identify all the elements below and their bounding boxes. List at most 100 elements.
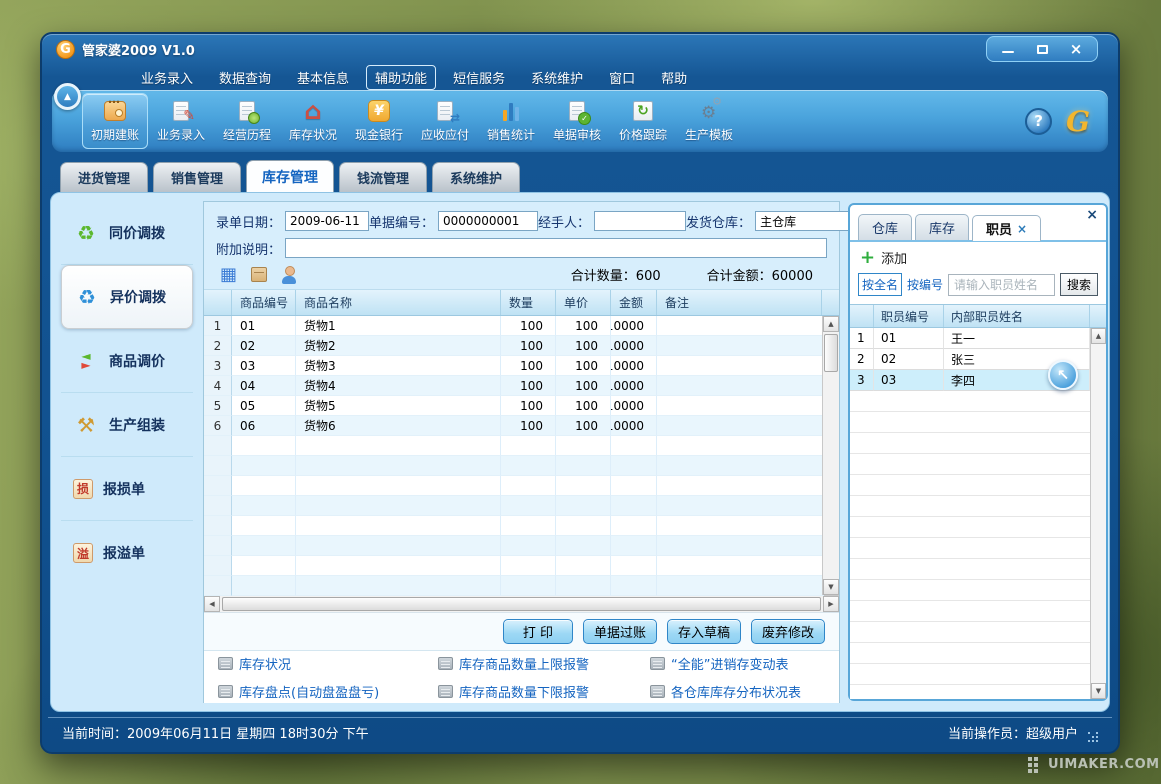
tab-stock[interactable]: 库存 bbox=[915, 214, 969, 240]
wallet-icon bbox=[102, 99, 128, 123]
toolbar-button-production-template[interactable]: 生产模板 bbox=[676, 93, 742, 149]
scroll-down-icon[interactable] bbox=[823, 579, 839, 595]
sidebar-item-diff-price-transfer[interactable]: 异价调拨 bbox=[61, 265, 193, 329]
note-input[interactable] bbox=[285, 238, 827, 258]
filter-by-fullname[interactable]: 按全名 bbox=[858, 273, 902, 296]
staff-table-body: 101王一 202张三 303李四 bbox=[850, 328, 1106, 699]
link-warehouse-distribution[interactable]: 各仓库库存分布状况表 bbox=[650, 679, 839, 703]
menu-item-basic-info[interactable]: 基本信息 bbox=[288, 65, 358, 90]
table-row[interactable]: 101货物110010010000 bbox=[204, 316, 824, 336]
minimize-button[interactable] bbox=[993, 40, 1023, 58]
table-row[interactable]: 202货物210010010000 bbox=[204, 336, 824, 356]
doc-number-input[interactable] bbox=[438, 211, 538, 231]
vertical-scrollbar[interactable] bbox=[822, 316, 839, 595]
staff-row[interactable]: 101王一 bbox=[850, 328, 1090, 349]
menu-item-data-query[interactable]: 数据查询 bbox=[210, 65, 280, 90]
menu-item-system-maintenance[interactable]: 系统维护 bbox=[522, 65, 592, 90]
scroll-down-icon[interactable] bbox=[1091, 683, 1106, 699]
window-title: 管家婆2009 V1.0 bbox=[82, 40, 195, 59]
save-draft-button[interactable]: 存入草稿 bbox=[667, 619, 741, 644]
toolbar-button-history[interactable]: 经营历程 bbox=[214, 93, 280, 149]
staff-search-input[interactable] bbox=[948, 274, 1055, 296]
tab-warehouse[interactable]: 仓库 bbox=[858, 214, 912, 240]
items-table-body: 101货物110010010000 202货物210010010000 303货… bbox=[204, 316, 824, 596]
table-empty-row bbox=[204, 536, 824, 556]
toolbar-button-business-entry[interactable]: 业务录入 bbox=[148, 93, 214, 149]
close-button[interactable]: × bbox=[1061, 40, 1091, 58]
menu-item-window[interactable]: 窗口 bbox=[600, 65, 644, 90]
table-empty-row bbox=[204, 436, 824, 456]
warehouse-label: 发货仓库： bbox=[686, 212, 751, 231]
toolbar-button-cash-bank[interactable]: 现金银行 bbox=[346, 93, 412, 149]
link-almighty-change-report[interactable]: “全能”进销存变动表 bbox=[650, 651, 839, 675]
toolbar-button-payables[interactable]: 应收应付 bbox=[412, 93, 478, 149]
link-upper-limit-alert[interactable]: 库存商品数量上限报警 bbox=[438, 651, 650, 675]
toolbar-button-price-track[interactable]: 价格跟踪 bbox=[610, 93, 676, 149]
app-logo-icon: G bbox=[56, 40, 75, 59]
scroll-up-icon[interactable] bbox=[823, 316, 839, 332]
discard-changes-button[interactable]: 废弃修改 bbox=[751, 619, 825, 644]
search-button[interactable]: 搜索 bbox=[1060, 273, 1098, 296]
sidebar-item-same-price-transfer[interactable]: 同价调拨 bbox=[61, 201, 193, 265]
scrollbar-thumb[interactable] bbox=[824, 334, 838, 372]
tab-sales[interactable]: 销售管理 bbox=[153, 162, 241, 192]
sidebar-item-overflow-report[interactable]: 溢 报溢单 bbox=[61, 521, 193, 585]
doc-check-icon bbox=[564, 99, 590, 123]
scroll-right-icon[interactable] bbox=[823, 596, 839, 612]
sidebar-item-price-adjust[interactable]: 商品调价 bbox=[61, 329, 193, 393]
package-icon[interactable] bbox=[251, 267, 267, 282]
menu-item-help[interactable]: 帮助 bbox=[652, 65, 696, 90]
tab-purchase[interactable]: 进货管理 bbox=[60, 162, 148, 192]
report-icon bbox=[650, 685, 665, 698]
toolbar-button-doc-audit[interactable]: 单据审核 bbox=[544, 93, 610, 149]
handler-label: 经手人： bbox=[538, 212, 590, 231]
table-row[interactable]: 606货物610010010000 bbox=[204, 416, 824, 436]
plus-icon bbox=[860, 251, 875, 265]
tab-system[interactable]: 系统维护 bbox=[432, 162, 520, 192]
building-icon[interactable] bbox=[220, 266, 237, 284]
toolbar-button-inventory-status[interactable]: 库存状况 bbox=[280, 93, 346, 149]
post-document-button[interactable]: 单据过账 bbox=[583, 619, 657, 644]
toolbar-button-initial-setup[interactable]: 初期建账 bbox=[82, 93, 148, 149]
tab-inventory[interactable]: 库存管理 bbox=[246, 160, 334, 192]
table-row[interactable]: 505货物510010010000 bbox=[204, 396, 824, 416]
collapse-toolbar-button[interactable] bbox=[54, 83, 81, 110]
table-empty-row bbox=[204, 496, 824, 516]
handler-input[interactable] bbox=[594, 211, 686, 231]
help-icon[interactable]: ? bbox=[1025, 108, 1052, 135]
toolbar-button-sales-stats[interactable]: 销售统计 bbox=[478, 93, 544, 149]
tab-close-icon[interactable] bbox=[1017, 223, 1027, 235]
menu-item-sms[interactable]: 短信服务 bbox=[444, 65, 514, 90]
record-date-input[interactable] bbox=[285, 211, 369, 231]
link-stocktaking[interactable]: 库存盘点(自动盘盈盘亏) bbox=[218, 679, 438, 703]
print-button[interactable]: 打 印 bbox=[503, 619, 573, 644]
person-icon[interactable] bbox=[281, 266, 297, 284]
toolbar-right: ? G bbox=[1025, 105, 1108, 138]
menu-item-auxiliary[interactable]: 辅助功能 bbox=[366, 65, 436, 90]
tab-cashflow[interactable]: 钱流管理 bbox=[339, 162, 427, 192]
maximize-button[interactable] bbox=[1027, 40, 1057, 58]
horizontal-scrollbar[interactable] bbox=[204, 596, 839, 613]
sidebar-item-assembly[interactable]: 生产组装 bbox=[61, 393, 193, 457]
tab-staff[interactable]: 职员 bbox=[972, 215, 1041, 241]
recycle-blue-icon bbox=[74, 285, 100, 309]
warehouse-input[interactable] bbox=[755, 211, 855, 231]
doc-arrows-icon bbox=[432, 99, 458, 123]
link-lower-limit-alert[interactable]: 库存商品数量下限报警 bbox=[438, 679, 650, 703]
resize-grip[interactable] bbox=[1088, 732, 1098, 742]
table-empty-row bbox=[204, 476, 824, 496]
panel-close-icon[interactable] bbox=[1086, 208, 1098, 222]
link-inventory-status[interactable]: 库存状况 bbox=[218, 651, 438, 675]
scroll-up-icon[interactable] bbox=[1091, 328, 1106, 344]
sidebar-item-loss-report[interactable]: 损 报损单 bbox=[61, 457, 193, 521]
filter-by-code[interactable]: 按编号 bbox=[907, 276, 943, 293]
staff-scrollbar[interactable] bbox=[1090, 328, 1106, 699]
scrollbar-thumb[interactable] bbox=[222, 597, 821, 611]
table-row[interactable]: 404货物410010010000 bbox=[204, 376, 824, 396]
menu-item-business-entry[interactable]: 业务录入 bbox=[132, 65, 202, 90]
app-window: G 管家婆2009 V1.0 × 业务录入 数据查询 基本信息 辅助功能 短信服… bbox=[40, 32, 1120, 754]
add-staff-button[interactable]: 添加 bbox=[850, 242, 1106, 271]
table-row[interactable]: 303货物310010010000 bbox=[204, 356, 824, 376]
scroll-left-icon[interactable] bbox=[204, 596, 220, 612]
note-label: 附加说明： bbox=[216, 239, 281, 258]
